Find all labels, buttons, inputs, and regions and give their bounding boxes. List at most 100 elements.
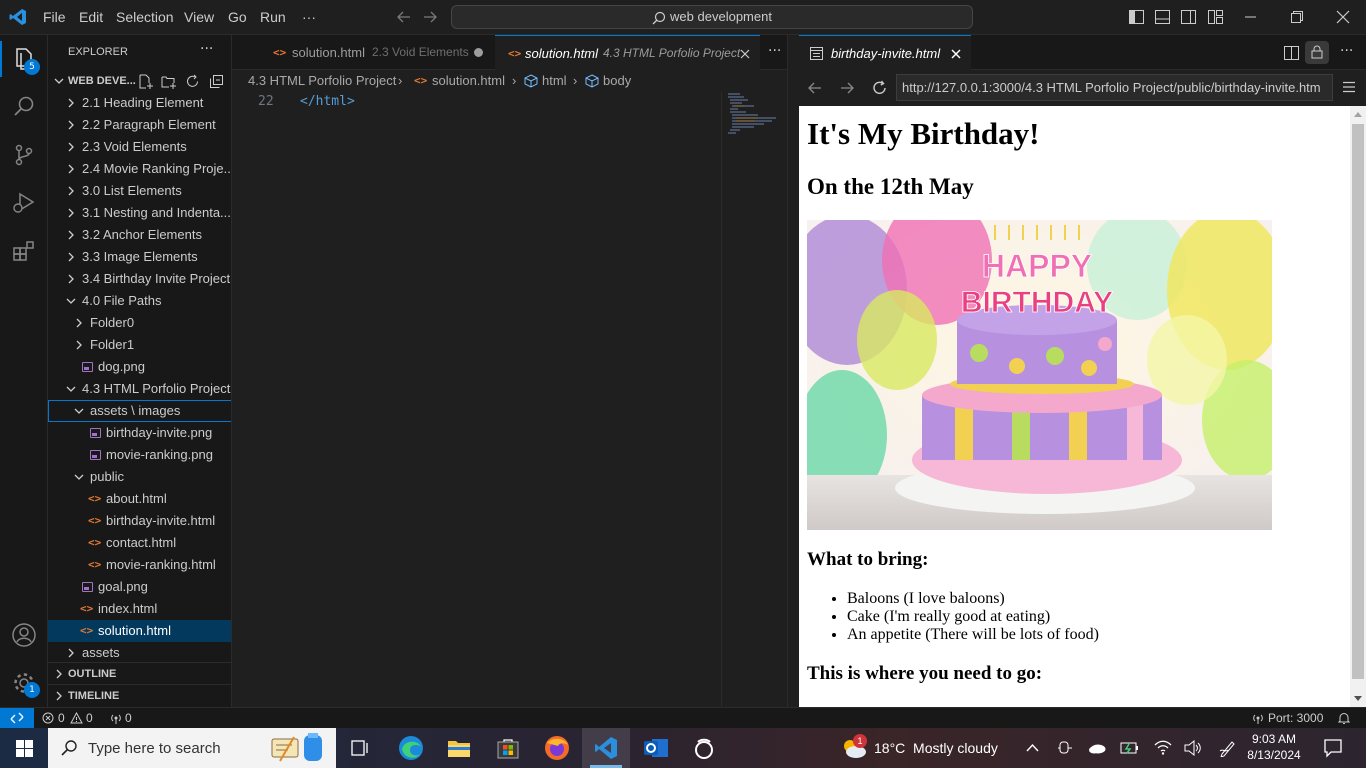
- breadcrumb-folder[interactable]: 4.3 HTML Porfolio Project: [248, 70, 396, 92]
- reload-icon[interactable]: [872, 80, 888, 96]
- tree-folder[interactable]: 3.1 Nesting and Indenta...: [48, 202, 231, 224]
- edge-browser-icon[interactable]: [387, 728, 435, 768]
- taskbar-search-box[interactable]: Type here to search: [48, 728, 336, 768]
- remote-indicator[interactable]: [0, 708, 34, 728]
- battery-charging-icon[interactable]: [1120, 741, 1140, 755]
- extensions-icon[interactable]: [0, 227, 48, 275]
- preview-scrollbar[interactable]: [1350, 106, 1366, 707]
- explorer-icon[interactable]: [0, 35, 48, 83]
- tree-folder[interactable]: 4.0 File Paths: [48, 290, 231, 312]
- minimize-icon[interactable]: [1245, 16, 1256, 18]
- tree-file[interactable]: <> birthday-invite.html: [48, 510, 231, 532]
- accounts-icon[interactable]: [0, 611, 48, 659]
- lock-group-button[interactable]: [1305, 41, 1329, 64]
- close-tab-icon[interactable]: [740, 49, 750, 59]
- back-arrow-icon[interactable]: [397, 10, 411, 24]
- toggle-secondary-sidebar-icon[interactable]: [1181, 10, 1196, 24]
- tree-file[interactable]: <> solution.html: [48, 620, 231, 642]
- collapse-all-icon[interactable]: [209, 74, 224, 89]
- toggle-primary-sidebar-icon[interactable]: [1129, 10, 1144, 24]
- vscode-taskbar-button[interactable]: [582, 728, 630, 768]
- new-file-icon[interactable]: [138, 74, 153, 89]
- forward-arrow-icon[interactable]: [423, 10, 437, 24]
- volume-icon[interactable]: [1184, 740, 1202, 756]
- wifi-icon[interactable]: [1154, 740, 1172, 755]
- tree-folder[interactable]: 3.2 Anchor Elements: [48, 224, 231, 246]
- refresh-icon[interactable]: [185, 74, 200, 89]
- customize-layout-icon[interactable]: [1208, 10, 1223, 24]
- tree-file[interactable]: <> index.html: [48, 598, 231, 620]
- tree-file[interactable]: dog.png: [48, 356, 231, 378]
- command-center-search[interactable]: web development: [451, 5, 973, 29]
- meet-now-icon[interactable]: [1057, 740, 1073, 756]
- notification-center-icon[interactable]: [1323, 738, 1343, 758]
- editor-more-button[interactable]: ···: [768, 43, 781, 59]
- clock[interactable]: 9:03 AM 8/13/2024: [1246, 731, 1302, 765]
- back-arrow-icon[interactable]: [808, 81, 822, 95]
- notifications-bell-icon[interactable]: [1338, 712, 1350, 724]
- menu-run[interactable]: Run: [260, 9, 286, 25]
- tree-folder[interactable]: public: [48, 466, 231, 488]
- new-folder-icon[interactable]: [161, 74, 176, 89]
- toggle-panel-icon[interactable]: [1155, 10, 1170, 24]
- menu-selection[interactable]: Selection: [116, 9, 174, 25]
- run-debug-icon[interactable]: [0, 179, 48, 227]
- tree-file[interactable]: birthday-invite.png: [48, 422, 231, 444]
- task-view-icon[interactable]: [336, 728, 384, 768]
- tree-file[interactable]: <> contact.html: [48, 532, 231, 554]
- split-editor-icon[interactable]: [1284, 46, 1299, 60]
- code-line[interactable]: </html>: [300, 94, 355, 109]
- tab-solution-void[interactable]: <> solution.html 2.3 Void Elements: [260, 35, 495, 70]
- breadcrumb-file[interactable]: solution.html: [432, 70, 505, 92]
- windows-start-icon[interactable]: [0, 728, 48, 768]
- scroll-down-icon[interactable]: [1354, 696, 1362, 702]
- tree-file[interactable]: goal.png: [48, 576, 231, 598]
- close-tab-icon[interactable]: [951, 49, 961, 59]
- menu-edit[interactable]: Edit: [79, 9, 103, 25]
- close-window-icon[interactable]: [1336, 10, 1350, 24]
- scroll-up-icon[interactable]: [1354, 111, 1362, 117]
- outline-section[interactable]: OUTLINE: [48, 663, 231, 685]
- minimap[interactable]: [724, 92, 786, 140]
- tree-folder[interactable]: 3.4 Birthday Invite Project: [48, 268, 231, 290]
- explorer-more-button[interactable]: ···: [200, 41, 213, 57]
- menu-more[interactable]: ···: [302, 9, 316, 25]
- menu-icon[interactable]: [1342, 81, 1356, 93]
- tree-folder[interactable]: 2.3 Void Elements: [48, 136, 231, 158]
- tree-folder[interactable]: assets \ images: [48, 400, 231, 422]
- onedrive-icon[interactable]: [1088, 742, 1106, 754]
- unsaved-dot-icon[interactable]: [474, 48, 483, 57]
- tree-file[interactable]: <> about.html: [48, 488, 231, 510]
- tree-folder[interactable]: 2.4 Movie Ranking Proje...: [48, 158, 231, 180]
- breadcrumb-body[interactable]: body: [603, 70, 631, 92]
- scroll-thumb[interactable]: [1352, 124, 1364, 679]
- file-explorer-icon[interactable]: [435, 728, 483, 768]
- source-control-icon[interactable]: [0, 131, 48, 179]
- pen-menu-icon[interactable]: [1219, 739, 1237, 757]
- code-editor[interactable]: 22 </html>: [232, 92, 787, 707]
- forward-arrow-icon[interactable]: [840, 81, 854, 95]
- copilot-app-icon[interactable]: [680, 728, 728, 768]
- firefox-icon[interactable]: [533, 728, 581, 768]
- menu-view[interactable]: View: [184, 9, 214, 25]
- manage-gear-icon[interactable]: [0, 659, 48, 707]
- preview-more-button[interactable]: ···: [1340, 43, 1353, 59]
- show-hidden-icons-icon[interactable]: [1026, 743, 1039, 752]
- workspace-header[interactable]: WEB DEVE...: [48, 70, 231, 92]
- tree-file[interactable]: movie-ranking.png: [48, 444, 231, 466]
- breadcrumb-html[interactable]: html: [542, 70, 567, 92]
- menu-file[interactable]: File: [43, 9, 66, 25]
- tab-solution-portfolio[interactable]: <> solution.html 4.3 HTML Porfolio Proje…: [495, 35, 760, 71]
- restore-icon[interactable]: [1291, 11, 1303, 23]
- tree-folder[interactable]: assets: [48, 642, 231, 664]
- tree-folder[interactable]: Folder0: [48, 312, 231, 334]
- tree-folder[interactable]: 2.2 Paragraph Element: [48, 114, 231, 136]
- search-view-icon[interactable]: [0, 83, 48, 131]
- outlook-icon[interactable]: [632, 728, 680, 768]
- url-input[interactable]: http://127.0.0.1:3000/4.3 HTML Porfolio …: [896, 74, 1333, 101]
- tree-folder[interactable]: 2.1 Heading Element: [48, 92, 231, 114]
- tab-preview[interactable]: birthday-invite.html: [799, 35, 971, 71]
- timeline-section[interactable]: TIMELINE: [48, 685, 231, 707]
- microsoft-store-icon[interactable]: [484, 728, 532, 768]
- weather-widget[interactable]: 1 18°C Mostly cloudy: [840, 728, 1000, 768]
